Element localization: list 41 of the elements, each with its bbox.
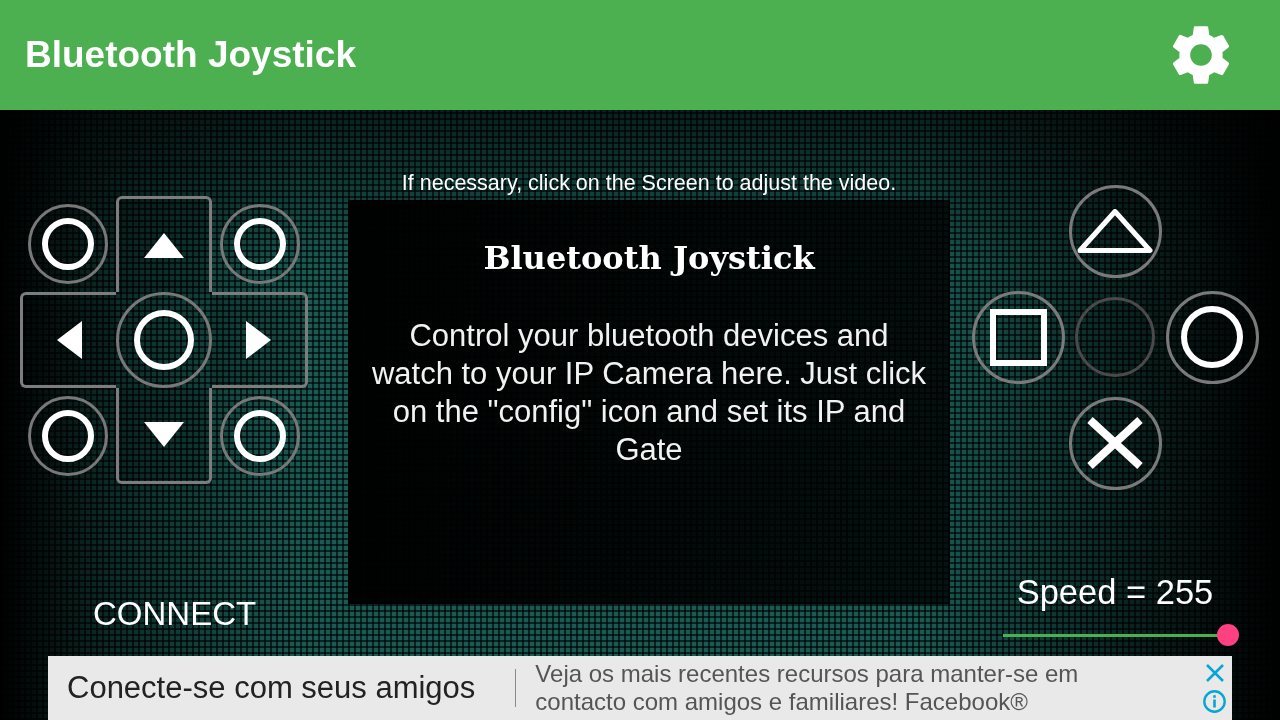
triangle-left-icon (57, 321, 82, 359)
ring-icon (234, 218, 286, 270)
up-button[interactable] (116, 196, 212, 292)
round-button[interactable] (28, 396, 108, 476)
ring-icon (1181, 306, 1243, 368)
video-message: Control your bluetooth devices and watch to your IP Camera here. Just click on the "config" icon and set its IP and Gate (370, 317, 928, 469)
speed-label: Speed = 255 (1016, 572, 1214, 612)
down-button[interactable] (116, 388, 212, 484)
ad-text: Veja os mais recentes recursos para manter-se em contacto com amigos e familiares! Facebook® (535, 660, 1080, 716)
square-button[interactable] (971, 290, 1065, 384)
ring-icon (42, 410, 94, 462)
triangle-right-icon (246, 321, 271, 359)
round-button[interactable] (220, 396, 300, 476)
x-icon (1086, 416, 1144, 470)
ad-headline: Conecte-se com seus amigos (67, 670, 476, 706)
square-icon (989, 308, 1047, 366)
triangle-icon (1077, 209, 1153, 253)
ring-icon (234, 410, 286, 462)
triangle-up-icon (144, 233, 184, 258)
speed-slider[interactable] (1003, 624, 1239, 646)
left-button[interactable] (20, 292, 116, 388)
settings-button[interactable] (1172, 26, 1230, 84)
cross-button[interactable] (1068, 396, 1162, 490)
ring-icon (134, 310, 194, 370)
video-title: Bluetooth Joystick (483, 238, 815, 279)
close-icon (1204, 663, 1225, 683)
ring-icon (42, 218, 94, 270)
round-button[interactable] (28, 204, 108, 284)
connect-button[interactable]: CONNECT (93, 595, 257, 633)
settings-icon (1172, 26, 1230, 84)
right-button[interactable] (212, 292, 308, 388)
app-title: Bluetooth Joystick (25, 33, 356, 77)
circle-button[interactable] (1165, 290, 1259, 384)
round-button[interactable] (220, 204, 300, 284)
center-button[interactable] (116, 292, 212, 388)
triangle-down-icon (144, 422, 184, 447)
hint-text: If necessary, click on the Screen to adjust the video. (401, 170, 897, 196)
video-panel[interactable]: Bluetooth Joystick Control your bluetooth devices and watch to your IP Camera here. Just click on the "config" icon and set its IP and Gate (348, 200, 950, 604)
slider-thumb[interactable] (1217, 624, 1239, 646)
triangle-button[interactable] (1068, 184, 1162, 278)
info-icon (1203, 690, 1226, 713)
